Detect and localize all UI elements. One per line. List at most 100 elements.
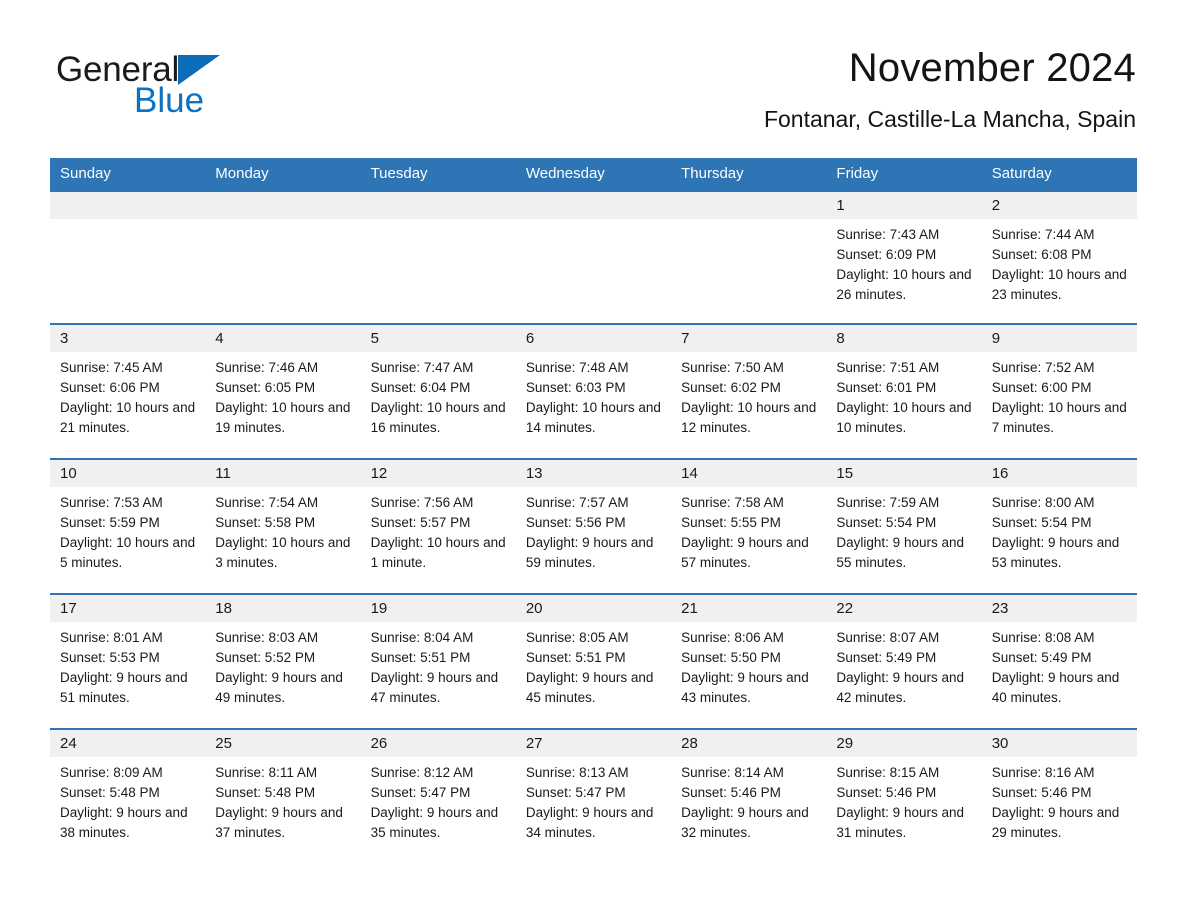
daylight-text: Daylight: 9 hours and 38 minutes. [60, 805, 188, 840]
daylight-text: Daylight: 9 hours and 37 minutes. [215, 805, 343, 840]
day-number: 16 [981, 460, 1137, 487]
calendar-day-cell[interactable]: 30 Sunrise: 8:16 AM Sunset: 5:46 PM Dayligh… [981, 728, 1137, 864]
calendar-day-cell[interactable]: 24 Sunrise: 8:09 AM Sunset: 5:48 PM Dayligh… [50, 728, 206, 864]
sunrise-text: Sunrise: 7:46 AM [215, 360, 319, 375]
calendar-day-cell-empty [515, 190, 672, 324]
calendar-day-cell[interactable]: 1 Sunrise: 7:43 AM Sunset: 6:09 PM Daylight… [826, 190, 982, 324]
calendar-day-cell[interactable]: 20 Sunrise: 8:05 AM Sunset: 5:51 PM Dayligh… [515, 593, 672, 729]
calendar-day-cell[interactable]: 5 Sunrise: 7:47 AM Sunset: 6:04 PM Daylight… [360, 323, 516, 459]
day-details: Sunrise: 7:57 AM Sunset: 5:56 PM Daylight:… [516, 487, 671, 573]
day-number [515, 192, 672, 219]
calendar-day-cell[interactable]: 8 Sunrise: 7:51 AM Sunset: 6:01 PM Daylight… [826, 323, 982, 459]
calendar-day-cell[interactable]: 14 Sunrise: 7:58 AM Sunset: 5:55 PM Dayligh… [671, 458, 827, 594]
sunrise-text: Sunrise: 7:58 AM [681, 495, 784, 510]
daylight-text: Daylight: 10 hours and 16 minutes. [370, 400, 506, 435]
calendar-day-cell[interactable]: 23 Sunrise: 8:08 AM Sunset: 5:49 PM Dayligh… [981, 593, 1137, 729]
day-details: Sunrise: 7:47 AM Sunset: 6:04 PM Daylight:… [361, 352, 516, 438]
sunrise-text: Sunrise: 7:56 AM [370, 495, 474, 510]
calendar-day-cell[interactable]: 11 Sunrise: 7:54 AM Sunset: 5:58 PM Dayligh… [205, 458, 361, 594]
daylight-text: Daylight: 10 hours and 1 minute. [370, 535, 506, 570]
sunrise-text: Sunrise: 7:51 AM [836, 360, 940, 375]
calendar-day-cell[interactable]: 9 Sunrise: 7:52 AM Sunset: 6:00 PM Daylight… [981, 323, 1137, 459]
daylight-text: Daylight: 9 hours and 29 minutes. [991, 805, 1120, 840]
daylight-text: Daylight: 10 hours and 5 minutes. [60, 535, 196, 570]
daylight-text: Daylight: 9 hours and 55 minutes. [836, 535, 964, 570]
day-number: 18 [205, 595, 361, 622]
day-number: 4 [205, 325, 361, 352]
calendar-week-row: 3 Sunrise: 7:45 AM Sunset: 6:06 PM Daylight… [50, 323, 1137, 459]
sunset-text: Sunset: 5:50 PM [681, 650, 781, 665]
sunset-text: Sunset: 5:53 PM [60, 650, 160, 665]
calendar-day-cell[interactable]: 29 Sunrise: 8:15 AM Sunset: 5:46 PM Dayligh… [826, 728, 982, 864]
calendar-day-cell[interactable]: 13 Sunrise: 7:57 AM Sunset: 5:56 PM Dayligh… [515, 458, 672, 594]
sunrise-text: Sunrise: 8:13 AM [525, 765, 629, 780]
calendar-day-cell[interactable]: 18 Sunrise: 8:03 AM Sunset: 5:52 PM Dayligh… [205, 593, 361, 729]
day-number: 25 [205, 730, 361, 757]
calendar-day-cell[interactable]: 15 Sunrise: 7:59 AM Sunset: 5:54 PM Dayligh… [826, 458, 982, 594]
daylight-text: Daylight: 9 hours and 53 minutes. [991, 535, 1120, 570]
general-blue-logo[interactable]: General Blue [56, 52, 316, 120]
calendar-table-head: Sunday Monday Tuesday Wednesday Thursday… [50, 158, 1137, 191]
daylight-text: Daylight: 10 hours and 23 minutes. [991, 267, 1127, 302]
calendar-day-cell[interactable]: 27 Sunrise: 8:13 AM Sunset: 5:47 PM Dayligh… [515, 728, 672, 864]
title-block: November 2024 Fontanar, Castille-La Manc… [764, 46, 1136, 132]
sunset-text: Sunset: 6:04 PM [370, 380, 471, 395]
day-details: Sunrise: 8:04 AM Sunset: 5:51 PM Daylight:… [361, 622, 516, 708]
calendar-day-cell[interactable]: 3 Sunrise: 7:45 AM Sunset: 6:06 PM Daylight… [50, 323, 206, 459]
weekday-header-thursday: Thursday [671, 158, 827, 191]
daylight-text: Daylight: 9 hours and 35 minutes. [370, 805, 499, 840]
sunset-text: Sunset: 6:05 PM [215, 380, 316, 395]
day-number: 21 [671, 595, 827, 622]
calendar-day-cell[interactable]: 17 Sunrise: 8:01 AM Sunset: 5:53 PM Dayligh… [50, 593, 206, 729]
day-number: 20 [515, 595, 672, 622]
day-number: 13 [515, 460, 672, 487]
calendar-day-cell[interactable]: 10 Sunrise: 7:53 AM Sunset: 5:59 PM Dayligh… [50, 458, 206, 594]
day-details: Sunrise: 7:54 AM Sunset: 5:58 PM Daylight:… [205, 487, 360, 573]
sunrise-text: Sunrise: 8:08 AM [991, 630, 1095, 645]
calendar-day-cell[interactable]: 25 Sunrise: 8:11 AM Sunset: 5:48 PM Dayligh… [205, 728, 361, 864]
day-number [205, 192, 361, 219]
sunset-text: Sunset: 5:46 PM [681, 785, 781, 800]
sunset-text: Sunset: 6:00 PM [991, 380, 1092, 395]
sunrise-text: Sunrise: 7:43 AM [836, 227, 940, 242]
day-details: Sunrise: 7:53 AM Sunset: 5:59 PM Daylight:… [50, 487, 205, 573]
day-number: 24 [50, 730, 206, 757]
weekday-header-tuesday: Tuesday [360, 158, 516, 191]
sunset-text: Sunset: 5:46 PM [991, 785, 1092, 800]
sunrise-text: Sunrise: 7:44 AM [991, 227, 1095, 242]
calendar-day-cell[interactable]: 2 Sunrise: 7:44 AM Sunset: 6:08 PM Daylight… [981, 190, 1137, 324]
day-number: 28 [671, 730, 827, 757]
sunset-text: Sunset: 5:51 PM [525, 650, 626, 665]
day-details: Sunrise: 7:44 AM Sunset: 6:08 PM Daylight:… [982, 219, 1137, 305]
sunset-text: Sunset: 5:58 PM [215, 515, 316, 530]
calendar-day-cell[interactable]: 7 Sunrise: 7:50 AM Sunset: 6:02 PM Daylight… [671, 323, 827, 459]
day-details: Sunrise: 8:09 AM Sunset: 5:48 PM Daylight:… [50, 757, 205, 843]
calendar-day-cell-empty [205, 190, 361, 324]
daylight-text: Daylight: 9 hours and 43 minutes. [681, 670, 809, 705]
calendar-day-cell[interactable]: 21 Sunrise: 8:06 AM Sunset: 5:50 PM Dayligh… [671, 593, 827, 729]
calendar-page: General Blue November 2024 Fontanar, Cas… [0, 0, 1188, 918]
calendar-day-cell[interactable]: 26 Sunrise: 8:12 AM Sunset: 5:47 PM Dayligh… [360, 728, 516, 864]
calendar-day-cell-empty [360, 190, 516, 324]
weekday-header-wednesday: Wednesday [515, 158, 672, 191]
calendar-week-row: 24 Sunrise: 8:09 AM Sunset: 5:48 PM Dayligh… [50, 728, 1137, 864]
daylight-text: Daylight: 9 hours and 47 minutes. [370, 670, 499, 705]
day-details: Sunrise: 7:51 AM Sunset: 6:01 PM Daylight:… [826, 352, 981, 438]
calendar-table: Sunday Monday Tuesday Wednesday Thursday… [50, 158, 1137, 864]
sunrise-text: Sunrise: 8:09 AM [60, 765, 163, 780]
sunrise-text: Sunrise: 8:00 AM [991, 495, 1095, 510]
calendar-day-cell[interactable]: 4 Sunrise: 7:46 AM Sunset: 6:05 PM Daylight… [205, 323, 361, 459]
calendar-day-cell[interactable]: 6 Sunrise: 7:48 AM Sunset: 6:03 PM Daylight… [515, 323, 672, 459]
sunset-text: Sunset: 5:49 PM [991, 650, 1092, 665]
weekday-header-friday: Friday [826, 158, 982, 191]
daylight-text: Daylight: 10 hours and 26 minutes. [836, 267, 972, 302]
daylight-text: Daylight: 10 hours and 21 minutes. [60, 400, 196, 435]
calendar-day-cell[interactable]: 19 Sunrise: 8:04 AM Sunset: 5:51 PM Dayligh… [360, 593, 516, 729]
calendar-day-cell[interactable]: 28 Sunrise: 8:14 AM Sunset: 5:46 PM Dayligh… [671, 728, 827, 864]
day-number: 5 [360, 325, 516, 352]
calendar-day-cell[interactable]: 16 Sunrise: 8:00 AM Sunset: 5:54 PM Dayligh… [981, 458, 1137, 594]
calendar-day-cell[interactable]: 22 Sunrise: 8:07 AM Sunset: 5:49 PM Dayligh… [826, 593, 982, 729]
day-details: Sunrise: 8:11 AM Sunset: 5:48 PM Daylight:… [205, 757, 360, 843]
calendar-week-row: 1 Sunrise: 7:43 AM Sunset: 6:09 PM Daylight… [50, 190, 1137, 324]
calendar-day-cell[interactable]: 12 Sunrise: 7:56 AM Sunset: 5:57 PM Dayligh… [360, 458, 516, 594]
